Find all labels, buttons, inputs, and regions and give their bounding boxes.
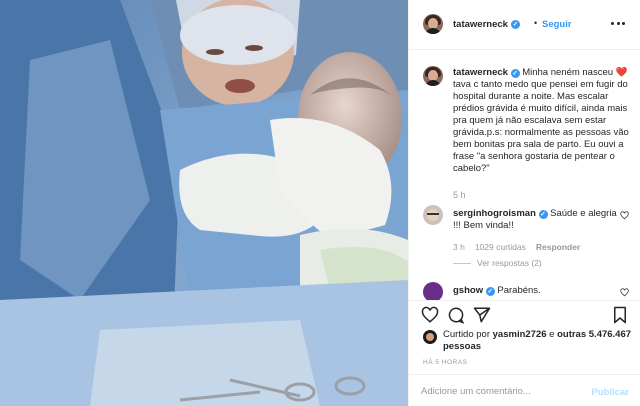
- caption-username[interactable]: tatawerneck: [453, 67, 508, 78]
- publish-button[interactable]: Publicar: [592, 387, 630, 398]
- bookmark-icon[interactable]: [611, 306, 629, 324]
- post-image: [0, 0, 408, 406]
- more-icon[interactable]: [611, 22, 625, 26]
- add-comment-bar: Publicar: [409, 374, 640, 406]
- likes-prefix: Curtido por: [443, 329, 490, 340]
- likes-text: Curtido por yasmin2726 e outras 5.476.46…: [443, 329, 633, 352]
- verified-icon: ✓: [510, 20, 520, 29]
- caption-avatar[interactable]: [423, 66, 443, 86]
- view-replies-button[interactable]: Ver respostas (2): [453, 258, 542, 268]
- comment-username[interactable]: gshow: [453, 285, 483, 296]
- separator-dot: •: [534, 18, 538, 28]
- reply-button[interactable]: Responder: [536, 242, 580, 252]
- view-replies-label[interactable]: Ver respostas (2): [477, 258, 542, 268]
- comment-heart-icon[interactable]: [620, 211, 629, 220]
- post-time-ago[interactable]: HÁ 5 HORAS: [423, 359, 467, 366]
- verified-icon: ✓: [485, 287, 495, 296]
- comment-input[interactable]: [421, 383, 581, 399]
- comment-heart-icon[interactable]: [620, 288, 629, 297]
- likes-summary: Curtido por yasmin2726 e outras 5.476.46…: [423, 328, 633, 354]
- comment-time[interactable]: 3 h: [453, 242, 465, 252]
- comment-body: Parabéns.: [497, 285, 541, 296]
- liker-avatar[interactable]: [423, 330, 437, 344]
- post-photo[interactable]: [0, 0, 408, 406]
- comment-meta: 3 h 1029 curtidas Responder: [453, 242, 580, 252]
- comment-likes[interactable]: 1029 curtidas: [475, 242, 526, 252]
- comment-text: gshow ✓ Parabéns.: [453, 285, 541, 297]
- likes-middle: e: [549, 329, 555, 340]
- post-sidebar: tatawerneck ✓ • Seguir tatawerneck ✓ Min…: [408, 0, 640, 406]
- caption-text: tatawerneck ✓ Minha neném nasceu ❤️ tava…: [453, 67, 633, 175]
- caption-body: Minha neném nasceu ❤️ tava c tanto medo …: [453, 67, 629, 174]
- author-username[interactable]: tatawerneck ✓: [453, 19, 520, 30]
- commenter-avatar[interactable]: [423, 282, 443, 301]
- author-avatar[interactable]: [423, 14, 443, 34]
- comments-list[interactable]: tatawerneck ✓ Minha neném nasceu ❤️ tava…: [409, 51, 640, 301]
- liker-username[interactable]: yasmin2726: [493, 329, 547, 340]
- comment-icon[interactable]: [447, 306, 465, 324]
- commenter-avatar[interactable]: [423, 205, 443, 225]
- post-header: tatawerneck ✓ • Seguir: [409, 0, 640, 50]
- verified-icon: ✓: [510, 69, 520, 78]
- action-bar: [409, 300, 640, 328]
- follow-button[interactable]: Seguir: [542, 19, 572, 30]
- comment-text: serginhogroisman ✓ Saúde e alegria !!! B…: [453, 208, 618, 232]
- caption-time[interactable]: 5 h: [453, 190, 466, 200]
- share-icon[interactable]: [473, 306, 491, 324]
- heart-icon[interactable]: [421, 306, 439, 324]
- replies-line: [453, 262, 471, 264]
- comment-username[interactable]: serginhogroisman: [453, 208, 536, 219]
- verified-icon: ✓: [538, 210, 548, 219]
